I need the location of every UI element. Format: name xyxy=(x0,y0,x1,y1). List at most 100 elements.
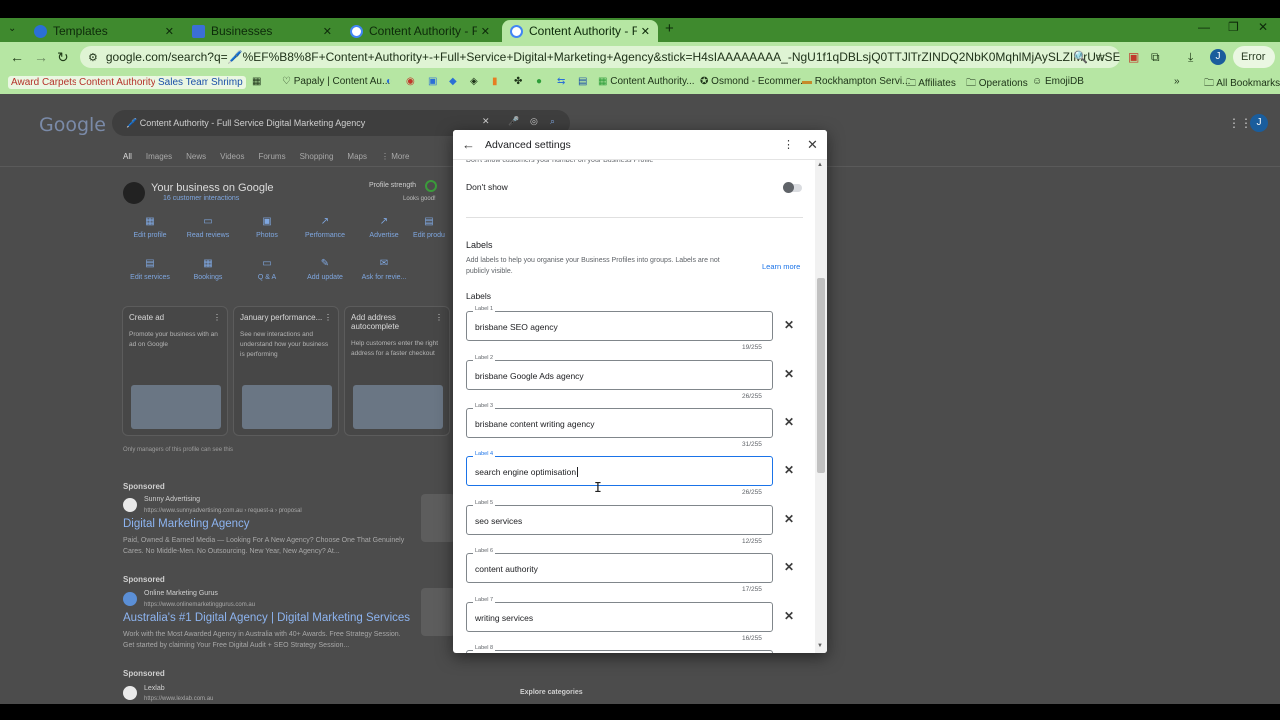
label-1-field[interactable]: Label 1 brisbane SEO agency xyxy=(466,306,773,341)
remove-label-icon[interactable]: ✕ xyxy=(784,560,794,574)
learn-more-link[interactable]: Learn more xyxy=(762,262,800,271)
label-4-field[interactable]: Label 4 search engine optimisation xyxy=(466,451,773,486)
tab-content-authority-active[interactable]: Content Authority - Full Se ✕ xyxy=(502,20,658,42)
ad-title-link[interactable]: Digital Marketing Agency xyxy=(123,518,250,530)
scroll-down-arrow-icon[interactable]: ▼ xyxy=(817,643,823,649)
clear-search-icon[interactable]: ✕ xyxy=(482,116,490,127)
bookings-action[interactable]: ▦ Bookings xyxy=(178,258,238,281)
google-account-avatar[interactable]: J xyxy=(1250,114,1268,132)
more-bookmarks-chevron-icon[interactable]: » xyxy=(1174,76,1180,87)
download-icon[interactable]: ⤓ xyxy=(1188,50,1193,65)
tab-shopping[interactable]: Shopping xyxy=(300,152,334,161)
tab-close-icon[interactable]: ✕ xyxy=(165,25,174,38)
all-bookmarks[interactable]: 🗀 All Bookmarks xyxy=(1204,76,1280,93)
label-8-field[interactable]: Label 8 xyxy=(466,645,773,653)
more-options-icon[interactable]: ⋮ xyxy=(783,138,794,151)
remove-label-icon[interactable]: ✕ xyxy=(784,318,794,332)
bookmark-star-icon[interactable]: ☆ xyxy=(1095,50,1106,64)
extension-badge-icon[interactable]: ▣ xyxy=(1128,50,1139,64)
new-tab-button[interactable]: + xyxy=(665,20,674,37)
ad-title-link[interactable]: Australia's #1 Digital Agency | Digital … xyxy=(123,612,410,624)
label-5-field[interactable]: Label 5 seo services xyxy=(466,500,773,535)
remove-label-icon[interactable]: ✕ xyxy=(784,609,794,623)
bookmark-sales-team[interactable]: Sales Team xyxy=(155,76,214,89)
bookmark-content-authority[interactable]: Content Authority xyxy=(76,76,159,89)
bookmark-icon-1[interactable]: ◐ xyxy=(386,76,392,87)
photos-action[interactable]: ▣ Photos xyxy=(237,216,297,239)
more-options-icon[interactable]: ⋮ xyxy=(213,313,221,322)
dont-show-toggle[interactable] xyxy=(783,182,802,193)
analytics-icon[interactable]: ▮ xyxy=(492,76,498,87)
window-close-button[interactable]: ✕ xyxy=(1258,20,1268,34)
customer-interactions-link[interactable]: 16 customer interactions xyxy=(163,195,239,202)
edit-profile-action[interactable]: ▦ Edit profile xyxy=(120,216,180,239)
january-performance-card[interactable]: January performance... ⋮ See new interac… xyxy=(233,306,339,436)
bookmark-icon-2[interactable]: ▣ xyxy=(428,76,437,87)
bookmark-icon-8[interactable]: ▤ xyxy=(578,76,587,87)
ad-thumbnail[interactable] xyxy=(421,588,455,636)
tab-close-icon[interactable]: ✕ xyxy=(641,25,650,38)
more-options-icon[interactable]: ⋮ xyxy=(324,313,332,322)
ad-url[interactable]: https://www.onlinemarketinggurus.com.au xyxy=(144,602,255,608)
ad-url[interactable]: https://www.sunnyadvertising.com.au › re… xyxy=(144,508,302,514)
bookmark-rockhampton[interactable]: ▬ Rockhampton Servi... xyxy=(802,76,910,87)
read-reviews-action[interactable]: ▭ Read reviews xyxy=(178,216,238,239)
advertiser-name[interactable]: Sunny Advertising xyxy=(144,496,200,503)
dialog-scroll-area[interactable]: Don't show customers your number on your… xyxy=(453,157,827,653)
bookmark-icon-4[interactable]: ◈ xyxy=(470,76,478,87)
tab-all[interactable]: All xyxy=(123,152,132,161)
tab-news[interactable]: News xyxy=(186,152,206,161)
bookmark-emojidb[interactable]: ☺ EmojiDB xyxy=(1032,76,1084,87)
edit-services-action[interactable]: ▤ Edit services xyxy=(120,258,180,281)
site-info-icon[interactable]: ⚙ xyxy=(88,51,98,64)
bookmark-icon-5[interactable]: ✤ xyxy=(514,76,522,87)
bookmark-papaly[interactable]: ♡ Papaly | Content Au... xyxy=(282,76,390,87)
create-ad-card[interactable]: Create ad ⋮ Promote your business with a… xyxy=(122,306,228,436)
forward-arrow-icon[interactable]: → xyxy=(34,49,48,65)
tab-more[interactable]: ⋮ More xyxy=(381,152,409,161)
tab-maps[interactable]: Maps xyxy=(347,152,367,161)
remove-label-icon[interactable]: ✕ xyxy=(784,463,794,477)
address-autocomplete-card[interactable]: Add address autocomplete ⋮ Help customer… xyxy=(344,306,450,436)
bookmark-shrimp[interactable]: Shrimp xyxy=(208,76,246,89)
edit-products-action[interactable]: ▤ Edit produ xyxy=(405,216,453,239)
google-logo[interactable]: Google xyxy=(39,114,106,136)
bookmark-affiliates[interactable]: 🗀 Affiliates xyxy=(906,76,956,93)
bookmark-osmond[interactable]: ✪ Osmond - Ecommer... xyxy=(700,76,808,87)
profile-avatar[interactable]: J xyxy=(1210,49,1226,65)
apps-grid-icon[interactable]: ▦ xyxy=(252,76,261,87)
ask-for-reviews-action[interactable]: ✉ Ask for revie... xyxy=(354,258,414,281)
zoom-icon[interactable]: 🔍 xyxy=(1073,50,1088,64)
bookmark-award-carpets[interactable]: Award Carpets xyxy=(8,76,80,89)
label-7-field[interactable]: Label 7 writing services xyxy=(466,597,773,632)
back-arrow-icon[interactable]: ← xyxy=(10,49,24,65)
tab-templates[interactable]: Templates ✕ xyxy=(26,20,182,42)
error-menu-button[interactable]: Error ⋮ xyxy=(1233,46,1275,85)
advertiser-name[interactable]: Lexlab xyxy=(144,685,165,692)
extensions-puzzle-icon[interactable]: ⧉ xyxy=(1151,50,1160,65)
reload-icon[interactable]: ↻ xyxy=(57,49,69,66)
more-options-icon[interactable]: ⋮ xyxy=(435,313,443,322)
q-and-a-action[interactable]: ▭ Q & A xyxy=(237,258,297,281)
scrollbar-thumb[interactable] xyxy=(817,278,825,473)
advertiser-name[interactable]: Online Marketing Gurus xyxy=(144,590,218,597)
voice-search-icon[interactable]: 🎤 xyxy=(508,116,519,127)
restore-button[interactable]: ❐ xyxy=(1228,20,1239,34)
remove-label-icon[interactable]: ✕ xyxy=(784,367,794,381)
scroll-up-arrow-icon[interactable]: ▲ xyxy=(817,162,823,168)
bookmark-icon-3[interactable]: ◆ xyxy=(449,76,457,87)
label-2-field[interactable]: Label 2 brisbane Google Ads agency xyxy=(466,355,773,390)
tab-images[interactable]: Images xyxy=(146,152,172,161)
tab-videos[interactable]: Videos xyxy=(220,152,244,161)
tab-forums[interactable]: Forums xyxy=(258,152,285,161)
bookmark-operations[interactable]: 🗀 Operations xyxy=(966,76,1028,93)
minimize-button[interactable]: — xyxy=(1198,20,1210,34)
tab-close-icon[interactable]: ✕ xyxy=(481,25,490,38)
remove-label-icon[interactable]: ✕ xyxy=(784,415,794,429)
tab-close-icon[interactable]: ✕ xyxy=(323,25,332,38)
ad-thumbnail[interactable] xyxy=(421,494,455,542)
close-icon[interactable]: ✕ xyxy=(807,137,818,153)
address-bar[interactable]: ⚙ google.com/search?q=🖊️%EF%B8%8F+Conten… xyxy=(80,46,1120,68)
lens-icon[interactable]: ◎ xyxy=(530,116,538,127)
label-3-field[interactable]: Label 3 brisbane content writing agency xyxy=(466,403,773,438)
